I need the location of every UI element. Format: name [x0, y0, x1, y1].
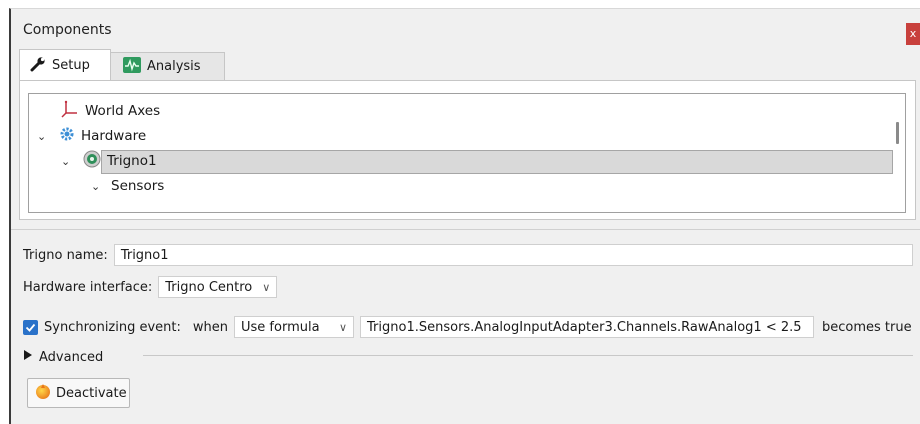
tree-item-label: Sensors: [111, 178, 165, 194]
when-label: when: [192, 319, 229, 335]
tab-setup[interactable]: Setup: [19, 49, 111, 81]
tree-item-trigno1[interactable]: ⌄ Trigno1: [61, 149, 157, 173]
tab-setup-label: Setup: [52, 58, 90, 73]
when-value: Use formula: [241, 319, 320, 335]
trigno-name-label: Trigno name:: [23, 247, 108, 263]
panel-title: Components: [23, 22, 112, 38]
trigno-icon: [83, 150, 101, 172]
waveform-icon: [123, 56, 141, 77]
chevron-down-icon[interactable]: ⌄: [61, 155, 71, 168]
tab-analysis-label: Analysis: [147, 59, 201, 74]
hardware-interface-label: Hardware interface:: [23, 279, 153, 295]
gear-icon: [59, 126, 75, 146]
component-tree[interactable]: World Axes ⌄ Hardware ⌄ Trigno1 ⌄ Sensor…: [28, 93, 906, 213]
sync-event-checkbox[interactable]: [23, 319, 38, 335]
advanced-label: Advanced: [39, 349, 104, 365]
sync-event-label: Synchronizing event:: [44, 319, 181, 335]
tab-analysis[interactable]: Analysis: [111, 52, 225, 81]
chevron-down-icon[interactable]: ⌄: [91, 180, 101, 193]
advanced-section[interactable]: Advanced: [23, 344, 103, 370]
title-bar: Components x: [11, 9, 920, 49]
tree-selection-highlight: [101, 150, 893, 174]
setup-tab-content: World Axes ⌄ Hardware ⌄ Trigno1 ⌄ Sensor…: [19, 80, 916, 220]
tree-item-sensors[interactable]: ⌄ Sensors: [91, 174, 164, 198]
tree-item-hardware[interactable]: ⌄ Hardware: [37, 124, 146, 148]
deactivate-button[interactable]: Deactivate: [27, 378, 130, 408]
triangle-right-icon[interactable]: [23, 349, 33, 365]
trigno-name-row: Trigno name: Trigno1: [23, 242, 913, 268]
sync-event-row: Synchronizing event: when Use formula ∨ …: [23, 314, 912, 340]
tree-item-world-axes[interactable]: World Axes: [61, 99, 160, 123]
tree-item-label: World Axes: [85, 103, 161, 119]
advanced-divider: [143, 355, 913, 356]
when-select[interactable]: Use formula ∨: [234, 316, 355, 338]
top-strip: [0, 0, 920, 8]
hardware-interface-row: Hardware interface: Trigno Centro ∨: [23, 274, 278, 300]
section-divider: [11, 229, 920, 230]
deactivate-label: Deactivate: [56, 385, 127, 401]
hardware-interface-value: Trigno Centro: [165, 279, 253, 295]
deactivate-icon: [34, 382, 52, 404]
tree-scrollbar[interactable]: [896, 122, 899, 144]
components-panel: Components x Setup Analysis World Axes ⌄…: [9, 8, 920, 424]
wrench-icon: [30, 56, 46, 76]
chevron-down-icon: ∨: [338, 320, 348, 334]
trigno-name-input[interactable]: Trigno1: [113, 244, 913, 266]
becomes-true-label: becomes true: [822, 319, 912, 335]
formula-input[interactable]: Trigno1.Sensors.AnalogInputAdapter3.Chan…: [360, 316, 815, 338]
tree-item-label: Trigno1: [107, 153, 157, 169]
hardware-interface-select[interactable]: Trigno Centro ∨: [158, 276, 278, 298]
tree-item-label: Hardware: [81, 128, 147, 144]
axes-icon: [61, 100, 79, 122]
close-button[interactable]: x: [906, 23, 920, 45]
chevron-down-icon[interactable]: ⌄: [37, 130, 47, 143]
chevron-down-icon: ∨: [262, 280, 271, 294]
